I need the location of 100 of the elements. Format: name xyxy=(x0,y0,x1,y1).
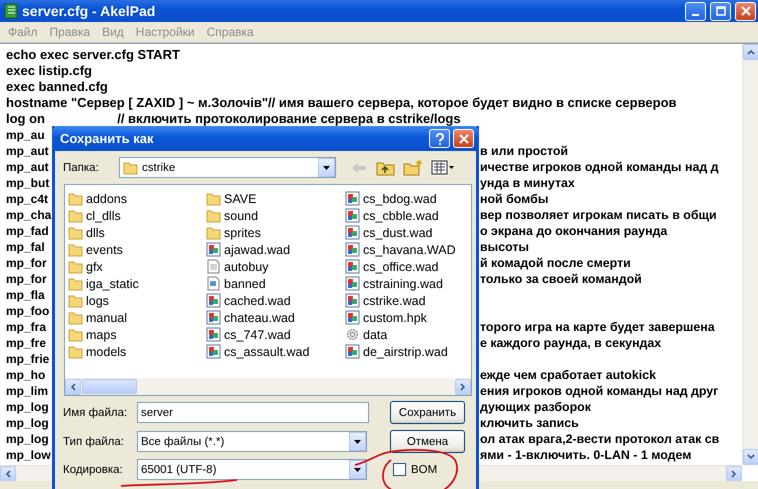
code-line: mp_foo xyxy=(6,303,50,319)
file-item[interactable]: events xyxy=(68,241,206,258)
scroll-up-icon[interactable] xyxy=(743,44,758,60)
filename-field[interactable]: server xyxy=(137,402,369,423)
folder-icon xyxy=(206,226,221,240)
file-item[interactable]: maps xyxy=(68,326,206,343)
file-item[interactable]: cstraining.wad xyxy=(345,275,471,292)
code-line: в или простой xyxy=(480,143,570,159)
code-line: mp_log xyxy=(6,415,50,431)
scroll-left-icon[interactable] xyxy=(0,466,16,482)
folder-icon xyxy=(68,226,83,240)
folder-icon xyxy=(68,328,83,342)
scroll-thumb[interactable] xyxy=(82,379,137,394)
code-line: е каждого раунда, в секундах xyxy=(480,335,662,351)
code-line: ичестве игроков одной команды над д xyxy=(480,159,720,175)
folder-icon xyxy=(68,208,83,222)
file-item[interactable]: SAVE xyxy=(206,190,345,207)
up-folder-button[interactable] xyxy=(374,160,397,176)
folder-icon xyxy=(68,260,83,274)
dropdown-button[interactable] xyxy=(318,158,335,177)
text-file-icon xyxy=(206,259,221,274)
file-item[interactable]: cs_bdog.wad xyxy=(345,190,471,207)
close-button[interactable] xyxy=(453,129,474,148)
file-icon xyxy=(206,344,221,359)
window-title: server.cfg - AkelPad xyxy=(22,3,156,19)
list-scrollbar[interactable] xyxy=(65,378,471,395)
file-icon xyxy=(345,208,360,223)
close-button[interactable] xyxy=(735,2,756,20)
scroll-right-icon[interactable] xyxy=(455,378,471,394)
code-line: mp_for xyxy=(6,255,48,271)
code-line: mp_aut xyxy=(6,143,50,159)
file-item[interactable]: cs_dust.wad xyxy=(345,224,471,241)
folder-icon xyxy=(123,160,138,174)
caret-icon xyxy=(354,468,361,472)
file-item[interactable]: cl_dlls xyxy=(68,207,206,224)
folder-select[interactable]: cstrike xyxy=(119,157,336,178)
code-line: mp_log xyxy=(6,399,50,415)
file-item[interactable]: autobuy xyxy=(206,258,345,275)
file-item[interactable]: ajawad.wad xyxy=(206,241,345,258)
filename-label: Имя файла: xyxy=(63,406,128,418)
file-item[interactable]: banned xyxy=(206,275,345,292)
filetype-select[interactable]: Все файлы (*.*) xyxy=(137,431,367,452)
code-line: mp_cha xyxy=(6,207,52,223)
code-line: log on // включить протоколирование сервера в cstrike/logs xyxy=(6,111,461,126)
file-item[interactable]: cstrike.wad xyxy=(345,292,471,309)
code-line: echo exec server.cfg START xyxy=(6,47,180,62)
vertical-scrollbar[interactable] xyxy=(742,44,758,465)
file-icon xyxy=(345,191,360,206)
code-line: mp_fal xyxy=(6,239,46,255)
scroll-right-icon[interactable] xyxy=(726,466,742,482)
file-item[interactable]: cached.wad xyxy=(206,292,345,309)
dropdown-button[interactable] xyxy=(349,432,366,451)
notepad-icon xyxy=(4,3,18,19)
code-line: ями - 1-включить. 0-LAN - 1 модем xyxy=(480,447,692,463)
file-item[interactable]: iga_static xyxy=(68,275,206,292)
gear-file-icon xyxy=(345,327,360,342)
file-item[interactable]: cs_office.wad xyxy=(345,258,471,275)
caret-icon xyxy=(323,166,330,170)
scroll-left-icon[interactable] xyxy=(65,378,81,394)
file-item[interactable]: models xyxy=(68,343,206,360)
file-item[interactable]: cs_assault.wad xyxy=(206,343,345,360)
file-icon xyxy=(345,344,360,359)
save-button[interactable]: Сохранить xyxy=(390,401,465,424)
file-item[interactable]: cs_havana.WAD xyxy=(345,241,471,258)
file-item[interactable]: gfx xyxy=(68,258,206,275)
file-item[interactable]: data xyxy=(345,326,471,343)
file-icon xyxy=(345,293,360,308)
file-item[interactable]: dlls xyxy=(68,224,206,241)
folder-icon xyxy=(206,208,221,222)
file-item[interactable]: sprites xyxy=(206,224,345,241)
code-line: дующих разборок xyxy=(480,399,592,415)
dropdown-button[interactable] xyxy=(349,460,366,479)
help-button[interactable] xyxy=(429,129,450,148)
file-item[interactable]: manual xyxy=(68,309,206,326)
encoding-select[interactable]: 65001 (UTF-8) xyxy=(137,459,367,480)
file-item[interactable]: logs xyxy=(68,292,206,309)
file-item[interactable]: cs_cbble.wad xyxy=(345,207,471,224)
document-icon xyxy=(206,276,221,291)
file-icon xyxy=(206,293,221,308)
minimize-button[interactable] xyxy=(685,2,706,20)
code-line: hostname "Сервер [ ZAXID ] ~ м.Золочів"// имя вашего сервера, которое будет видно в списке серверов xyxy=(6,95,677,110)
maximize-icon xyxy=(716,6,726,16)
file-item[interactable]: custom.hpk xyxy=(345,309,471,326)
view-menu-button[interactable] xyxy=(429,160,457,175)
bom-checkbox[interactable] xyxy=(393,463,406,476)
file-icon xyxy=(206,310,221,325)
filetype-label: Тип файла: xyxy=(63,436,125,448)
bom-label: BOM xyxy=(411,464,438,476)
file-item[interactable]: sound xyxy=(206,207,345,224)
file-item[interactable]: cs_747.wad xyxy=(206,326,345,343)
code-line: exec banned.cfg xyxy=(6,79,108,94)
maximize-button[interactable] xyxy=(710,2,731,20)
cancel-button[interactable]: Отмена xyxy=(390,430,465,453)
code-line: ения игроков одной команды над друг xyxy=(480,383,720,399)
scroll-down-icon[interactable] xyxy=(743,449,758,465)
file-item[interactable]: addons xyxy=(68,190,206,207)
file-item[interactable]: de_airstrip.wad xyxy=(345,343,471,360)
code-line: mp_fla xyxy=(6,287,46,303)
code-line: mp_for xyxy=(6,271,48,287)
file-item[interactable]: chateau.wad xyxy=(206,309,345,326)
